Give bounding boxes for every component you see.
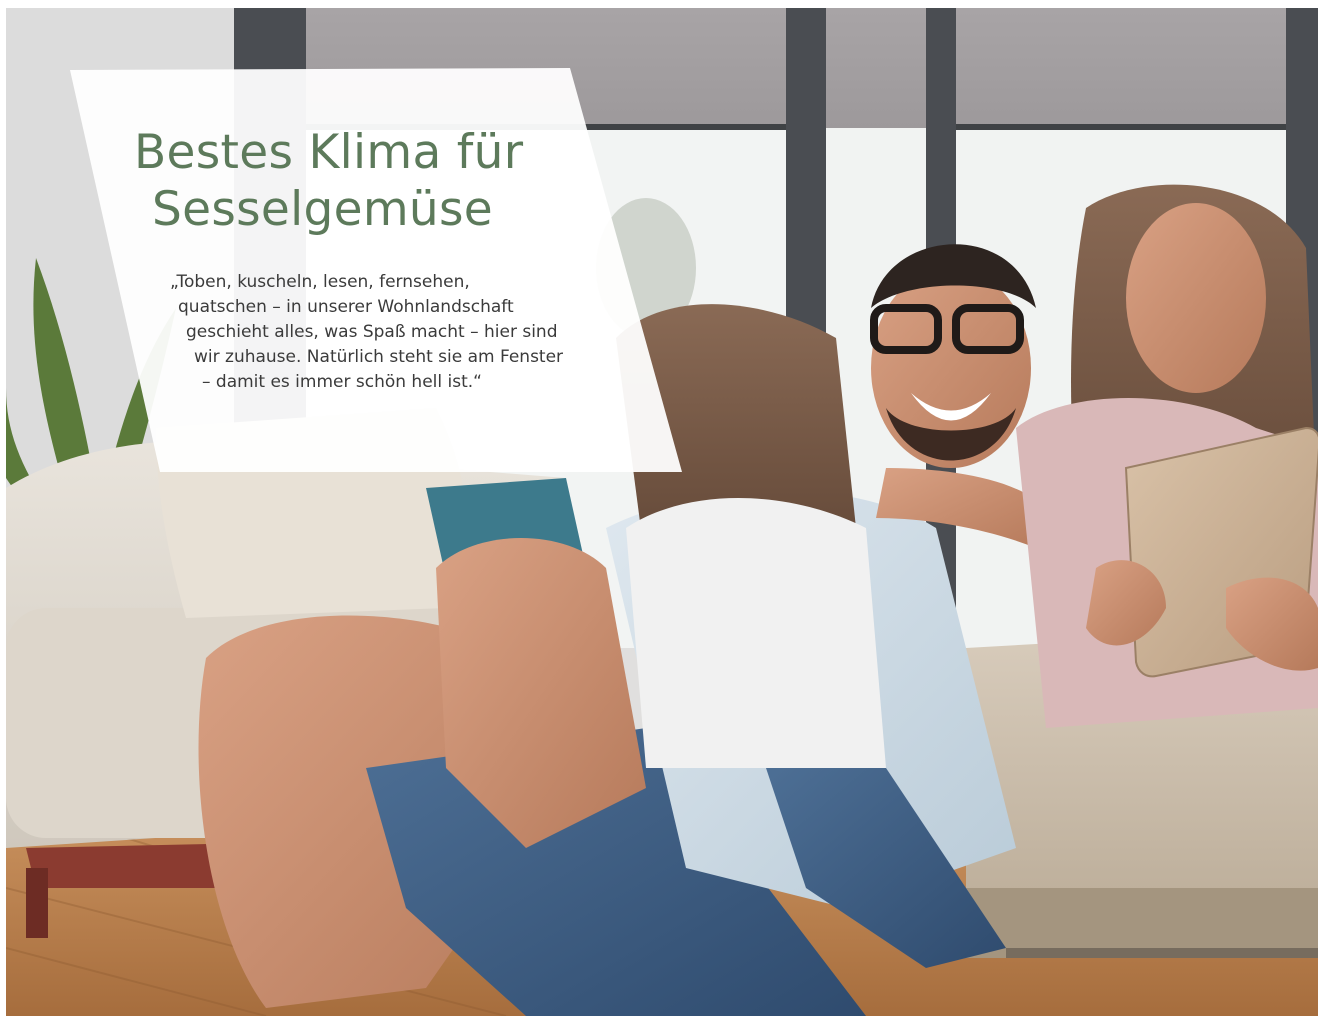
testimonial-quote: „Toben, kuscheln, lesen, fernsehen, quat…	[170, 270, 563, 395]
panel-shape	[70, 68, 682, 472]
headline-line-1: Bestes Klima für	[134, 125, 524, 180]
quote-line: – damit es immer schön hell ist.“	[202, 372, 482, 392]
headline-line-2: Sesselgemüse	[152, 182, 494, 237]
headline-panel: Bestes Klima für Sesselgemüse „Toben, ku…	[0, 0, 700, 480]
quote-line: geschieht alles, was Spaß macht – hier s…	[186, 322, 558, 342]
page-headline: Bestes Klima für Sesselgemüse	[134, 124, 523, 238]
brochure-page: Bestes Klima für Sesselgemüse „Toben, ku…	[0, 0, 1318, 1016]
quote-line: „Toben, kuscheln, lesen, fernsehen,	[170, 272, 470, 292]
quote-line: wir zuhause. Natürlich steht sie am Fens…	[194, 347, 564, 367]
quote-line: quatschen – in unserer Wohnlandschaft	[178, 297, 514, 317]
